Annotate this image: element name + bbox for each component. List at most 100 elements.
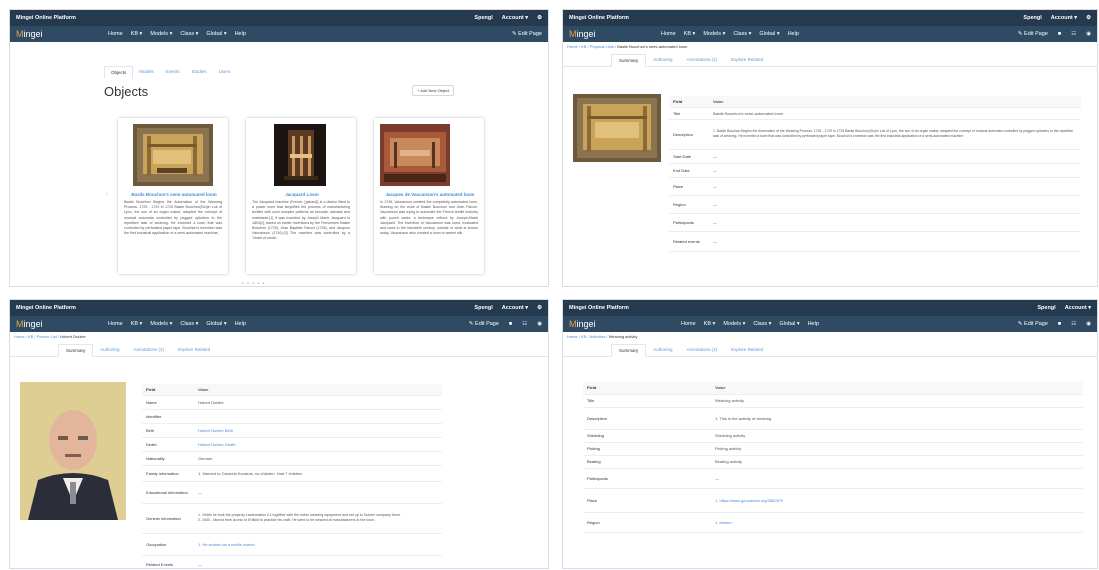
tab-events[interactable]: Events xyxy=(160,66,186,79)
account-menu[interactable]: Account ▾ xyxy=(1065,305,1091,311)
card-title[interactable]: Jacques de Vaucanson's automated loom xyxy=(380,192,480,197)
menu-help[interactable]: Help xyxy=(235,31,246,37)
tab-studies[interactable]: Studies xyxy=(186,66,213,79)
user-menu[interactable]: Spengl xyxy=(474,15,492,21)
menu-kb[interactable]: KB ▾ xyxy=(131,31,143,37)
objects-screen: Mingei Online Platform Spengl Account ▾ … xyxy=(10,10,548,286)
menu-models[interactable]: Models ▾ xyxy=(703,31,725,37)
field-label: Family information xyxy=(142,465,194,482)
menu-global[interactable]: Global ▾ xyxy=(206,321,226,327)
mingei-logo[interactable]: Mingei xyxy=(16,29,108,39)
edit-page-button[interactable]: ✎ Edit Page xyxy=(1018,321,1048,327)
carousel-prev-icon[interactable]: ‹ xyxy=(106,192,108,198)
table-row: Region — xyxy=(669,195,1081,214)
field-value-link[interactable]: 1. Ariiden xyxy=(711,512,1083,533)
nav-actions: ✎ Edit Page ■ ☷ ◉ xyxy=(1008,321,1091,327)
field-value-link[interactable]: Hubert Dutzler Death xyxy=(194,437,442,452)
add-object-button[interactable]: + Add New Object xyxy=(412,85,455,96)
mingei-logo[interactable]: Mingei xyxy=(569,29,661,39)
mingei-logo[interactable]: Mingei xyxy=(16,319,108,329)
card-title[interactable]: Basile Bouchon's semi-automated loom xyxy=(124,192,224,197)
menu-global[interactable]: Global ▾ xyxy=(759,31,779,37)
tab-users[interactable]: Users xyxy=(213,66,237,79)
field-value-link[interactable]: 1. He worked as a textile worker xyxy=(194,533,442,556)
object-card[interactable]: Jacquard Loom The Jacquard machine (Fren… xyxy=(246,118,356,274)
edit-page-button[interactable]: ✎ Edit Page xyxy=(1018,31,1048,37)
square-icon[interactable]: ■ xyxy=(1058,31,1061,37)
field-header: Field xyxy=(669,96,709,108)
tab-summary[interactable]: Summary xyxy=(611,54,647,67)
menu-kb[interactable]: KB ▾ xyxy=(684,31,696,37)
menu-class[interactable]: Class ▾ xyxy=(753,321,771,327)
menu-help[interactable]: Help xyxy=(808,321,819,327)
edit-page-button[interactable]: ✎ Edit Page xyxy=(512,31,542,37)
breadcrumb-path[interactable]: Home / KB / Physical Lists / xyxy=(567,44,617,49)
field-label: Identifier xyxy=(142,409,194,424)
bell-icon[interactable]: ◉ xyxy=(537,321,542,327)
account-menu[interactable]: Account ▾ xyxy=(502,15,528,21)
tab-annotations[interactable]: Annotations (2) xyxy=(680,344,725,356)
mingei-logo[interactable]: Mingei xyxy=(569,319,661,329)
user-menu[interactable]: Spengl xyxy=(1037,305,1055,311)
menu-home[interactable]: Home xyxy=(108,321,123,327)
menu-models[interactable]: Models ▾ xyxy=(723,321,745,327)
tab-models[interactable]: Models xyxy=(133,66,160,79)
gear-icon[interactable]: ⚙ xyxy=(537,15,542,21)
menu-global[interactable]: Global ▾ xyxy=(779,321,799,327)
user-menu[interactable]: Spengl xyxy=(474,305,492,311)
account-menu[interactable]: Account ▾ xyxy=(502,305,528,311)
account-menu[interactable]: Account ▾ xyxy=(1051,15,1077,21)
square-icon[interactable]: ■ xyxy=(509,321,512,327)
table-row: Title Weaving activity xyxy=(583,394,1083,408)
breadcrumb-current: Weaving activity xyxy=(608,334,638,339)
bell-icon[interactable]: ◉ xyxy=(1086,31,1091,37)
edit-page-button[interactable]: ✎ Edit Page xyxy=(469,321,499,327)
field-header: Field xyxy=(142,384,194,396)
menu-home[interactable]: Home xyxy=(661,31,676,37)
tab-authoring[interactable]: Authoring xyxy=(646,54,679,66)
breadcrumb-path[interactable]: Home / KB / Activities / xyxy=(567,334,609,339)
object-card[interactable]: Jacques de Vaucanson's automated loom In… xyxy=(374,118,484,274)
object-card[interactable]: Basile Bouchon's semi-automated loom Bas… xyxy=(118,118,228,274)
user-menu[interactable]: Spengl xyxy=(1023,15,1041,21)
gear-icon[interactable]: ⚙ xyxy=(537,305,542,311)
field-value-link[interactable]: Hubert Dutzler Birth xyxy=(194,423,442,438)
breadcrumb-path[interactable]: Home / KB / Person List / xyxy=(14,334,60,339)
menu-kb[interactable]: KB ▾ xyxy=(704,321,716,327)
menu-class[interactable]: Class ▾ xyxy=(180,321,198,327)
tab-summary[interactable]: Summary xyxy=(611,344,647,357)
tab-explore-related[interactable]: Explore Related xyxy=(724,344,770,356)
gear-icon[interactable]: ⚙ xyxy=(1086,15,1091,21)
menu-kb[interactable]: KB ▾ xyxy=(131,321,143,327)
menu-home[interactable]: Home xyxy=(681,321,696,327)
tab-summary[interactable]: Summary xyxy=(58,344,94,357)
tab-authoring[interactable]: Authoring xyxy=(646,344,679,356)
card-description: The Jacquard machine (French: [ʒakard]) … xyxy=(252,200,350,241)
menu-models[interactable]: Models ▾ xyxy=(150,321,172,327)
menu-home[interactable]: Home xyxy=(108,31,123,37)
grid-icon[interactable]: ☷ xyxy=(522,321,527,327)
field-value-link[interactable]: 1. https://www.geonames.org/2860570 xyxy=(711,488,1083,513)
grid-icon[interactable]: ☷ xyxy=(1071,31,1076,37)
tab-annotations[interactable]: Annotations (2) xyxy=(127,344,172,356)
carousel-dots[interactable]: • • • • • xyxy=(242,281,265,286)
menu-help[interactable]: Help xyxy=(235,321,246,327)
carousel-next-icon[interactable]: › xyxy=(446,192,448,198)
square-icon[interactable]: ■ xyxy=(1058,321,1061,327)
tab-authoring[interactable]: Authoring xyxy=(93,344,126,356)
table-header: Field Value xyxy=(583,382,1083,395)
loom-photo-3 xyxy=(380,124,450,186)
tab-explore-related[interactable]: Explore Related xyxy=(171,344,217,356)
tab-objects[interactable]: Objects xyxy=(104,66,134,79)
tab-explore-related[interactable]: Explore Related xyxy=(724,54,770,66)
main-menu: Home KB ▾ Models ▾ Class ▾ Global ▾ Help xyxy=(661,31,1008,37)
bell-icon[interactable]: ◉ xyxy=(1086,321,1091,327)
menu-class[interactable]: Class ▾ xyxy=(733,31,751,37)
menu-global[interactable]: Global ▾ xyxy=(206,31,226,37)
menu-class[interactable]: Class ▾ xyxy=(180,31,198,37)
tab-annotations[interactable]: Annotations (2) xyxy=(680,54,725,66)
card-title[interactable]: Jacquard Loom xyxy=(252,192,352,197)
menu-models[interactable]: Models ▾ xyxy=(150,31,172,37)
menu-help[interactable]: Help xyxy=(788,31,799,37)
grid-icon[interactable]: ☷ xyxy=(1071,321,1076,327)
